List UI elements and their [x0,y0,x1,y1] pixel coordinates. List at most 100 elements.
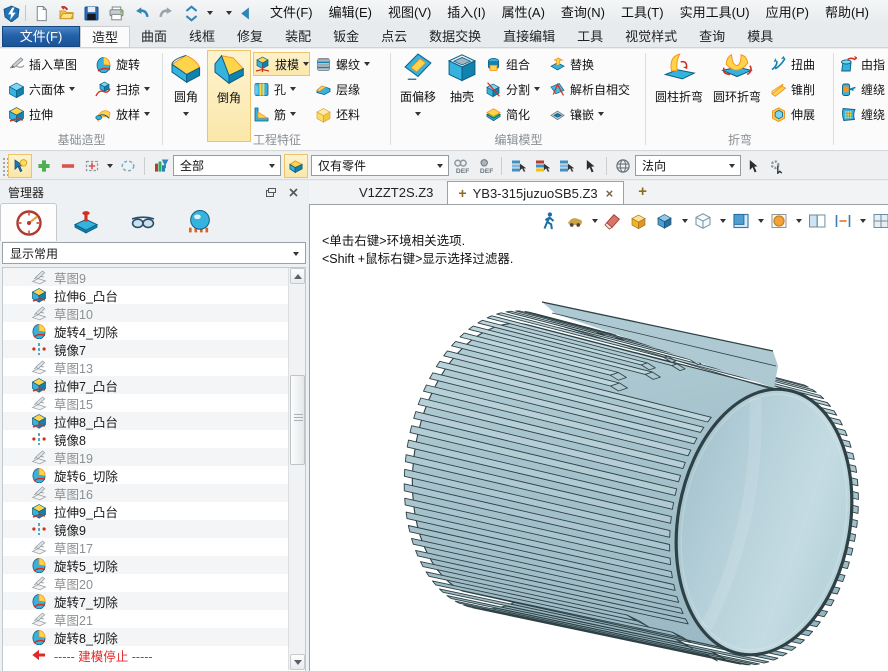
chevron-down-icon[interactable] [303,62,309,66]
globe-button[interactable] [611,154,635,178]
redo-button[interactable] [154,2,179,24]
ribbon-button-层缘[interactable]: 层缘 [315,77,360,101]
ribbon-button-替换[interactable]: 替换 [549,52,594,76]
close-tab-button[interactable]: × [606,186,614,201]
stack-button[interactable] [506,154,530,178]
scroll-up-button[interactable] [290,268,305,284]
ribbon-tab-查询[interactable]: 查询 [688,26,736,47]
winselect-button[interactable] [80,154,104,178]
ribbon-tab-视觉样式[interactable]: 视觉样式 [614,26,688,47]
tree-item-stop-marker[interactable]: ----- 建模停止 ----- [3,646,288,664]
ribbon-button-分割[interactable]: 分割 [485,77,540,101]
window-select-dropdown[interactable] [104,154,116,178]
document-tab-YB3-315juzuoSB5.Z3[interactable]: +YB3-315juzuoSB5.Z3× [447,181,624,204]
manager-tab-history-manager[interactable] [0,203,57,241]
ribbon-button-组合[interactable]: 组合 [485,52,530,76]
ribbon-button-圆角[interactable]: 圆角 [165,50,207,138]
tree-item-镜像8[interactable]: 镜像8 [3,430,288,448]
stack2-button[interactable] [530,154,554,178]
chevron-down-icon[interactable] [69,87,75,91]
cursor-button[interactable] [578,154,602,178]
logo-button[interactable] [0,2,22,24]
tree-item-旋转6_切除[interactable]: 旋转6_切除 [3,466,288,484]
tree-item-草图10[interactable]: 草图10 [3,304,288,322]
toolbar-grip[interactable] [1,156,8,176]
menu-3[interactable]: 插入(I) [439,0,493,26]
ribbon-button-由指[interactable]: 由指 [840,52,885,76]
ribbon-button-筋[interactable]: 筋 [253,102,296,126]
ribbon-button-倒角[interactable]: 倒角 [207,50,251,142]
newdoc-button[interactable] [29,2,54,24]
manager-restore-button[interactable] [260,184,282,200]
gearcursor-button[interactable] [765,154,789,178]
visstyle-dropdown[interactable] [590,219,600,223]
ribbon-button-拔模[interactable]: 拔模 [253,52,310,76]
twopane-button[interactable] [806,211,828,231]
ribbon-tab-钣金[interactable]: 钣金 [322,26,370,47]
ribbon-tab-线框[interactable]: 线框 [178,26,226,47]
sync-button[interactable] [179,2,204,24]
undo-button[interactable] [129,2,154,24]
tree-item-拉伸9_凸台[interactable]: 拉伸9_凸台 [3,502,288,520]
collapse-button[interactable] [234,2,256,24]
lasso-button[interactable] [116,154,140,178]
ribbon-button-圆柱折弯[interactable]: 圆柱折弯 [651,50,707,138]
ribbon-button-放样[interactable]: 放样 [95,102,150,126]
chevron-down-icon[interactable] [144,87,150,91]
wirecube-button[interactable] [692,211,714,231]
tree-item-草图13[interactable]: 草图13 [3,358,288,376]
tree-scrollbar[interactable] [288,268,305,670]
ribbon-button-旋转[interactable]: 旋转 [95,52,140,76]
ribbon-button-拉伸[interactable]: 拉伸 [8,102,53,126]
print-button[interactable] [104,2,129,24]
ribbon-button-插入草图[interactable]: 插入草图 [8,52,77,76]
ribbon-button-六面体[interactable]: 六面体 [8,77,75,101]
menu-7[interactable]: 实用工具(U) [672,0,758,26]
model-3d-motor-housing[interactable] [310,205,888,671]
hgap-button[interactable] [832,211,854,231]
plusgreen-button[interactable] [32,154,56,178]
bluecube-button[interactable] [654,211,676,231]
scroll-down-button[interactable] [290,654,305,670]
ribbon-tab-修复[interactable]: 修复 [226,26,274,47]
ribbon-button-缠绕[interactable]: 缠绕 [840,77,885,101]
frame-combo[interactable]: 法向 [635,155,741,176]
save-button[interactable] [79,2,104,24]
tree-item-旋转7_切除[interactable]: 旋转7_切除 [3,592,288,610]
bluecube-dropdown[interactable] [680,219,690,223]
defb-button[interactable]: DEF [473,154,497,178]
qat-customize-dropdown[interactable] [223,2,234,24]
ribbon-button-面偏移[interactable]: 面偏移 [395,50,441,138]
manager-tab-visibility-manager[interactable] [114,203,171,241]
tree-item-草图19[interactable]: 草图19 [3,448,288,466]
tree-item-草图15[interactable]: 草图15 [3,394,288,412]
tree-item-草图16[interactable]: 草图16 [3,484,288,502]
orangewin-button[interactable] [768,211,790,231]
tree-item-旋转5_切除[interactable]: 旋转5_切除 [3,556,288,574]
tree-item-旋转4_切除[interactable]: 旋转4_切除 [3,322,288,340]
scroll-thumb[interactable] [290,375,305,465]
ribbon-button-伸展[interactable]: 伸展 [770,102,815,126]
ribbon-button-镶嵌[interactable]: 镶嵌 [549,102,604,126]
bluewin-dropdown[interactable] [756,219,766,223]
viewport[interactable]: <单击右键>环境相关选项. <Shift +鼠标右键>显示选择过滤器. [309,204,888,671]
pickbulb-button[interactable] [8,154,32,178]
manager-tab-appearance-manager[interactable] [171,203,228,241]
tree-view-dropdown[interactable]: 显示常用 [2,242,306,264]
new-tab-button[interactable]: + [638,181,647,204]
tree-item-拉伸6_凸台[interactable]: 拉伸6_凸台 [3,286,288,304]
tree-item-拉伸7_凸台[interactable]: 拉伸7_凸台 [3,376,288,394]
wirecube-dropdown[interactable] [718,219,728,223]
ribbon-tab-造型[interactable]: 造型 [80,26,130,47]
visstyle-button[interactable] [564,211,586,231]
ribbon-button-简化[interactable]: 简化 [485,102,530,126]
chevron-down-icon[interactable] [290,87,296,91]
menu-1[interactable]: 编辑(E) [321,0,380,26]
minusred-button[interactable] [56,154,80,178]
goldbox-button[interactable] [628,211,650,231]
ribbon-button-螺纹[interactable]: 螺纹 [315,52,370,76]
menu-5[interactable]: 查询(N) [553,0,613,26]
tree-item-草图17[interactable]: 草图17 [3,538,288,556]
selection-scope-combo[interactable]: 全部 [173,155,281,176]
orangewin-dropdown[interactable] [794,219,804,223]
